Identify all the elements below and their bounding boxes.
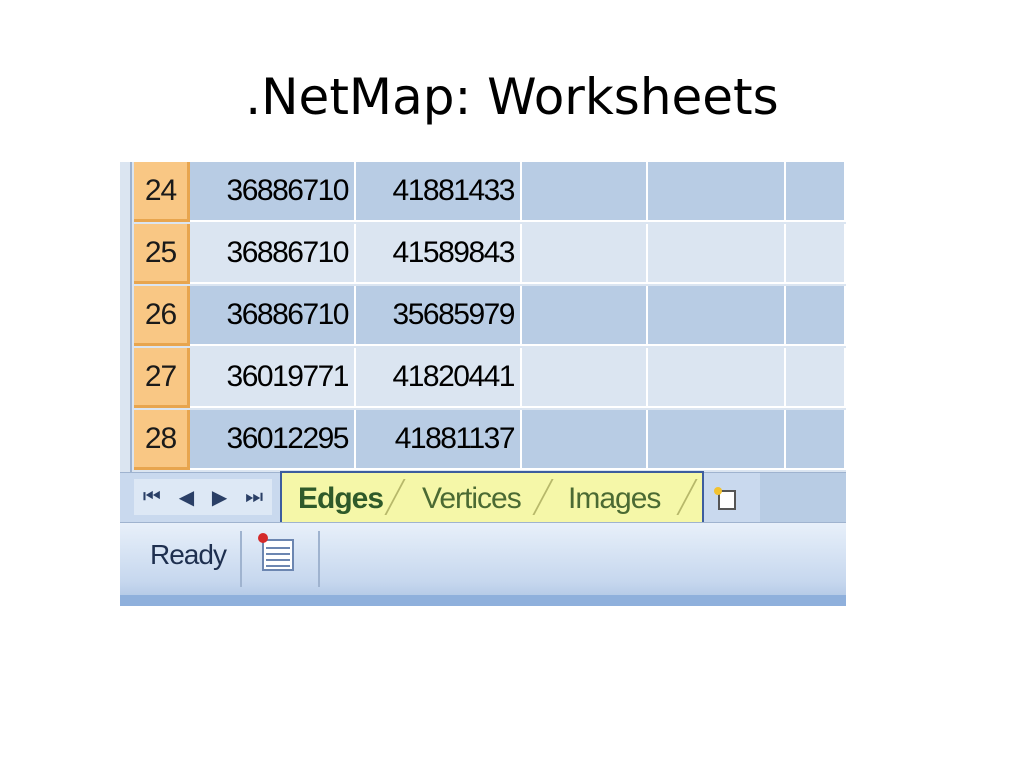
excel-screenshot: 24 36886710 41881433 25 36886710 4158984… [120, 162, 846, 606]
cell[interactable]: 41820441 [356, 348, 522, 408]
row-header[interactable]: 24 [134, 162, 190, 222]
slide-title: .NetMap: Worksheets [245, 68, 779, 126]
worksheet-grid: 24 36886710 41881433 25 36886710 4158984… [120, 162, 846, 472]
tab-images[interactable]: Images [568, 479, 661, 519]
previous-sheet-icon[interactable]: ◀ [179, 485, 194, 510]
row-header[interactable]: 27 [134, 348, 190, 408]
cell[interactable] [786, 410, 846, 470]
first-sheet-icon[interactable]: ⏮ [143, 486, 161, 509]
sheet-navigation: ⏮ ◀ ▶ ⏭ [134, 479, 272, 515]
cell[interactable]: 36886710 [190, 162, 356, 222]
sheet-tabs-highlight: Edges Vertices Images [280, 471, 704, 525]
cell[interactable]: 36886710 [190, 286, 356, 346]
cell[interactable] [786, 286, 846, 346]
cell[interactable] [522, 410, 648, 470]
next-sheet-icon[interactable]: ▶ [212, 485, 227, 510]
tab-strip-background [760, 473, 846, 523]
cell[interactable]: 41589843 [356, 224, 522, 284]
tab-vertices[interactable]: Vertices [422, 479, 522, 519]
table-row: 25 36886710 41589843 [134, 224, 846, 284]
cell[interactable] [786, 348, 846, 408]
cell[interactable] [522, 286, 648, 346]
status-divider [318, 531, 320, 587]
grid-left-edge [120, 162, 134, 472]
cell[interactable] [522, 348, 648, 408]
status-bar: Ready [120, 522, 846, 606]
tab-edges[interactable]: Edges [298, 479, 384, 519]
status-divider [240, 531, 242, 587]
tab-divider [532, 479, 554, 515]
tab-divider [676, 479, 698, 515]
cell[interactable] [648, 410, 786, 470]
cell[interactable]: 41881137 [356, 410, 522, 470]
row-header[interactable]: 25 [134, 224, 190, 284]
row-header[interactable]: 28 [134, 410, 190, 470]
cell[interactable]: 35685979 [356, 286, 522, 346]
cell[interactable] [522, 162, 648, 222]
sheet-tab-strip: ⏮ ◀ ▶ ⏭ Edges Vertices Images [120, 471, 846, 525]
cell[interactable]: 36886710 [190, 224, 356, 284]
cell[interactable] [648, 286, 786, 346]
cell[interactable] [786, 162, 846, 222]
cell[interactable] [648, 162, 786, 222]
status-text: Ready [150, 539, 227, 570]
table-row: 28 36012295 41881137 [134, 410, 846, 470]
table-row: 26 36886710 35685979 [134, 286, 846, 346]
new-sheet-icon[interactable] [706, 483, 746, 515]
table-row: 27 36019771 41820441 [134, 348, 846, 408]
status-bar-edge [120, 595, 846, 606]
cell[interactable]: 36012295 [190, 410, 356, 470]
cell[interactable] [522, 224, 648, 284]
table-row: 24 36886710 41881433 [134, 162, 846, 222]
cell[interactable] [648, 348, 786, 408]
tab-divider [384, 479, 406, 515]
cell[interactable] [786, 224, 846, 284]
cell[interactable] [648, 224, 786, 284]
last-sheet-icon[interactable]: ⏭ [245, 486, 263, 509]
cell[interactable]: 36019771 [190, 348, 356, 408]
row-header[interactable]: 26 [134, 286, 190, 346]
cell[interactable]: 41881433 [356, 162, 522, 222]
macro-record-icon[interactable] [258, 533, 294, 571]
